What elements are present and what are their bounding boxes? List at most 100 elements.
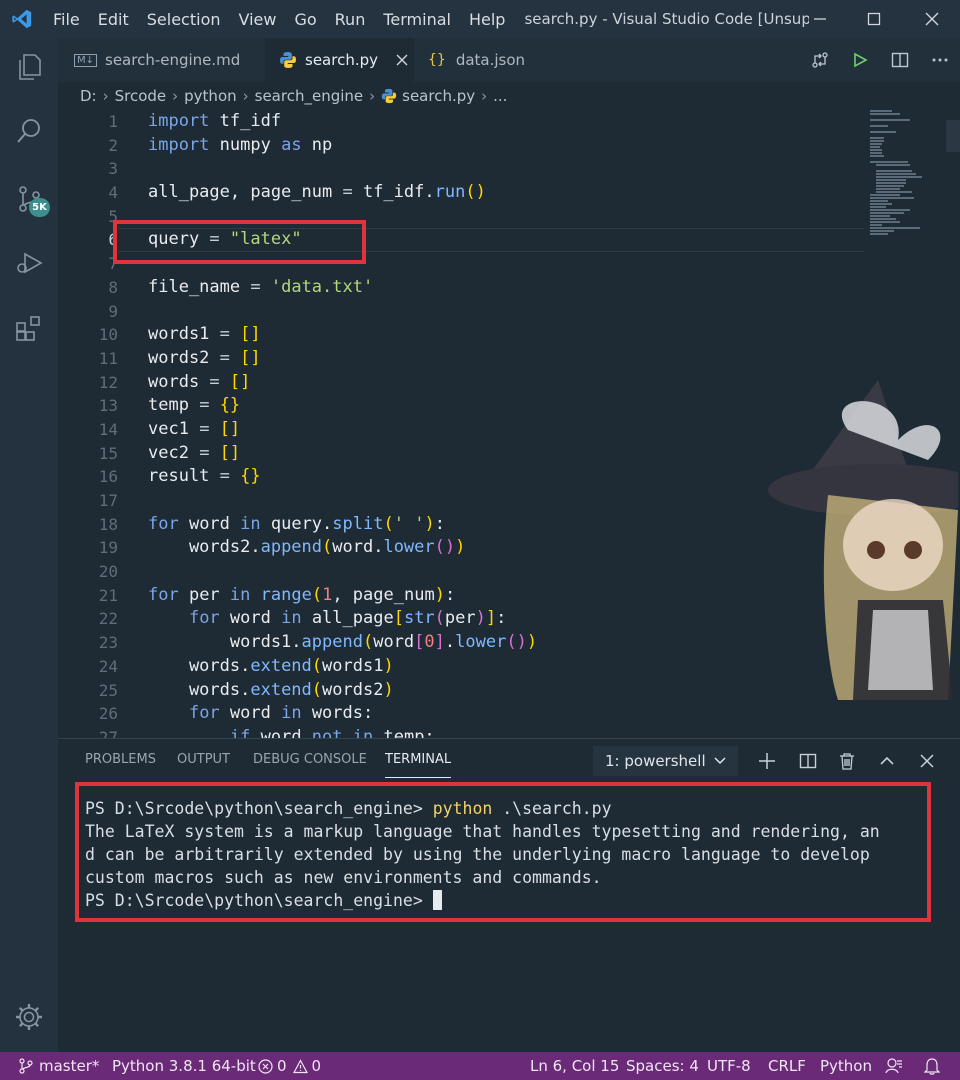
close-window-button[interactable] bbox=[904, 0, 960, 38]
code-line: for word in all_page[str(per)]: bbox=[188, 608, 507, 629]
minimap-line bbox=[870, 143, 882, 145]
breadcrumb-file[interactable]: search.py bbox=[402, 87, 475, 105]
line-number: 14 bbox=[98, 419, 118, 439]
tab-data-json[interactable]: {} data.json bbox=[414, 38, 534, 82]
line-number: 23 bbox=[98, 633, 118, 653]
breadcrumb-symbol[interactable]: ... bbox=[493, 87, 507, 105]
line-number: 4 bbox=[108, 183, 118, 203]
minimap[interactable] bbox=[870, 110, 960, 738]
terminal-select[interactable]: 1: powershell bbox=[593, 746, 738, 776]
interpreter-status[interactable]: Python 3.8.1 64-bit bbox=[112, 1052, 256, 1080]
trash-icon[interactable] bbox=[829, 744, 865, 778]
close-tab-icon[interactable] bbox=[396, 54, 408, 66]
line-number: 2 bbox=[108, 135, 118, 155]
menu-edit[interactable]: Edit bbox=[89, 10, 138, 29]
chevron-up-icon[interactable] bbox=[869, 744, 905, 778]
line-number: 10 bbox=[98, 325, 118, 345]
settings-gear-icon[interactable] bbox=[0, 988, 58, 1046]
code-line: words2 = [] bbox=[148, 347, 261, 368]
breadcrumb-python[interactable]: python bbox=[184, 87, 236, 105]
encoding-status[interactable]: UTF-8 bbox=[707, 1052, 751, 1080]
title-bar: File Edit Selection View Go Run Terminal… bbox=[0, 0, 960, 38]
breadcrumb-drive[interactable]: D: bbox=[80, 87, 97, 105]
code-line: if word not in temp: bbox=[229, 726, 435, 738]
tab-debug-console[interactable]: DEBUG CONSOLE bbox=[253, 739, 367, 781]
code-editor[interactable]: 1 2 3 4 5 6 7 8 9 10 11 12 13 14 15 16 17 18 19 20 21 22 23 24 2… bbox=[58, 110, 960, 738]
code-line: for per in range(1, page_num): bbox=[148, 584, 456, 605]
maximize-button[interactable] bbox=[846, 0, 902, 38]
branch-status[interactable]: master* bbox=[18, 1052, 99, 1080]
line-number: 17 bbox=[98, 491, 118, 510]
tab-search-py[interactable]: search.py bbox=[265, 38, 414, 82]
activity-bar: 5K bbox=[0, 38, 58, 1052]
chevron-right-icon: › bbox=[102, 87, 109, 105]
minimap-slider[interactable] bbox=[946, 120, 960, 152]
status-bar: master* Python 3.8.1 64-bit 0 0 Ln 6, Co… bbox=[0, 1052, 960, 1080]
menu-help[interactable]: Help bbox=[460, 10, 514, 29]
line-number-gutter: 1 2 3 4 5 6 7 8 9 10 11 12 13 14 15 16 17 18 19 20 21 22 23 24 2… bbox=[58, 110, 118, 738]
minimize-button[interactable] bbox=[792, 0, 848, 38]
extensions-icon[interactable] bbox=[0, 300, 58, 358]
run-file-icon[interactable] bbox=[840, 38, 880, 82]
indentation-status[interactable]: Spaces: 4 bbox=[626, 1052, 699, 1080]
eol-status[interactable]: CRLF bbox=[768, 1052, 806, 1080]
code-line: words1 = [] bbox=[148, 324, 261, 345]
menu-view[interactable]: View bbox=[230, 10, 286, 29]
menu-selection[interactable]: Selection bbox=[138, 10, 230, 29]
breadcrumb-srcode[interactable]: Srcode bbox=[115, 87, 167, 105]
python-icon bbox=[381, 88, 397, 104]
terminal-command-arg: .\search.py bbox=[502, 799, 612, 818]
tab-search-engine-md[interactable]: M↓ search-engine.md bbox=[58, 38, 265, 82]
line-number: 16 bbox=[98, 467, 118, 487]
new-terminal-icon[interactable] bbox=[749, 744, 785, 778]
more-actions-icon[interactable] bbox=[920, 38, 960, 82]
line-number: 6 bbox=[108, 230, 118, 250]
breadcrumb-search-engine[interactable]: search_engine bbox=[255, 87, 364, 105]
line-number: 3 bbox=[108, 159, 118, 179]
notifications-bell-icon[interactable] bbox=[924, 1052, 940, 1080]
terminal-select-value: 1: powershell bbox=[605, 752, 706, 770]
feedback-icon[interactable] bbox=[885, 1052, 903, 1080]
chevron-right-icon: › bbox=[172, 87, 179, 105]
problems-status[interactable]: 0 0 bbox=[258, 1052, 321, 1080]
breadcrumb: D: › Srcode › python › search_engine › searc… bbox=[58, 82, 960, 110]
tab-terminal[interactable]: TERMINAL bbox=[385, 742, 452, 778]
cursor-position-status[interactable]: Ln 6, Col 15 bbox=[530, 1052, 619, 1080]
source-control-icon[interactable] bbox=[0, 170, 58, 228]
terminal-line: PS D:\Srcode\python\search_engine> pytho… bbox=[85, 797, 927, 820]
menu-go[interactable]: Go bbox=[285, 10, 325, 29]
line-number: 24 bbox=[98, 656, 118, 676]
minimap-line bbox=[870, 140, 884, 142]
close-panel-icon[interactable] bbox=[909, 744, 945, 778]
menu-terminal[interactable]: Terminal bbox=[374, 10, 460, 29]
search-icon[interactable] bbox=[0, 102, 58, 160]
split-terminal-icon[interactable] bbox=[790, 744, 826, 778]
minimap-line bbox=[870, 218, 896, 220]
open-changes-icon[interactable] bbox=[800, 38, 840, 82]
minimap-line bbox=[870, 224, 882, 226]
run-debug-icon[interactable] bbox=[0, 234, 58, 292]
error-icon bbox=[258, 1058, 273, 1074]
explorer-icon[interactable] bbox=[0, 38, 58, 96]
minimap-line bbox=[876, 164, 910, 166]
tab-label: search-engine.md bbox=[105, 51, 241, 69]
menu-file[interactable]: File bbox=[44, 10, 89, 29]
terminal-line: The LaTeX system is a markup language th… bbox=[85, 822, 880, 841]
line-number: 25 bbox=[98, 680, 118, 700]
minimap-line bbox=[870, 194, 900, 196]
minimap-line bbox=[870, 155, 884, 157]
scm-count-badge: 5K bbox=[29, 198, 50, 217]
warning-icon bbox=[292, 1058, 308, 1074]
chevron-right-icon: › bbox=[481, 87, 488, 105]
tab-problems[interactable]: PROBLEMS bbox=[85, 739, 156, 781]
menu-run[interactable]: Run bbox=[326, 10, 375, 29]
line-number: 12 bbox=[98, 372, 118, 392]
terminal-output[interactable]: PS D:\Srcode\python\search_engine> pytho… bbox=[75, 782, 931, 922]
tab-output[interactable]: OUTPUT bbox=[177, 739, 230, 781]
code-line: result = {} bbox=[148, 466, 261, 487]
split-editor-icon[interactable] bbox=[880, 38, 920, 82]
language-status[interactable]: Python bbox=[820, 1052, 872, 1080]
minimap-line bbox=[870, 203, 892, 205]
